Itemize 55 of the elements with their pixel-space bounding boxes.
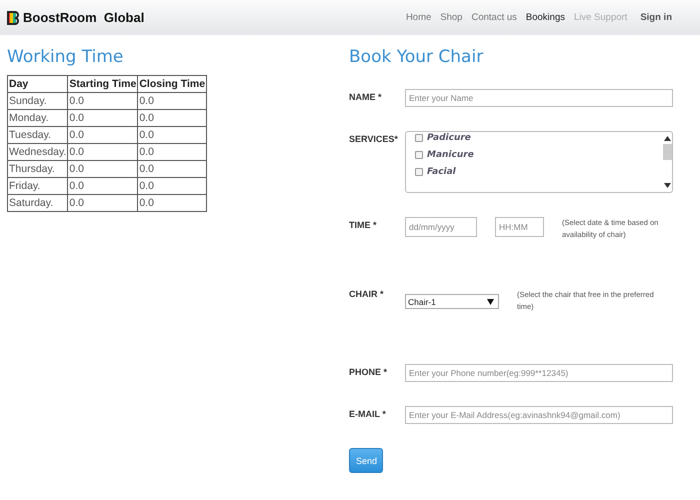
nav-link[interactable]: Contact us xyxy=(471,12,517,23)
column-header: Starting Time xyxy=(68,76,138,92)
nav-link[interactable]: Shop xyxy=(440,12,462,23)
text-field[interactable]: Enter your Name xyxy=(405,89,673,107)
nav-link[interactable]: Home xyxy=(406,12,432,23)
table-cell: 0.0 xyxy=(138,178,207,194)
time-field[interactable]: HH:MM xyxy=(495,217,544,237)
table-cell: 0.0 xyxy=(138,194,207,212)
nav-link[interactable]: Bookings xyxy=(526,12,565,23)
checkbox[interactable] xyxy=(415,134,423,142)
section-title: Book Your Chair xyxy=(349,47,484,67)
table-cell: 0.0 xyxy=(138,92,207,110)
table-cell: Friday. xyxy=(8,178,68,194)
nav-link[interactable]: Sign in xyxy=(640,12,672,23)
table-cell: Sunday. xyxy=(8,92,68,110)
option-label: Manicure xyxy=(427,150,474,160)
checkbox[interactable] xyxy=(415,151,423,159)
table-cell: 0.0 xyxy=(68,92,138,110)
table-cell: 0.0 xyxy=(68,110,138,126)
dropdown-arrow-icon[interactable] xyxy=(487,298,494,304)
text-field[interactable]: Enter your Phone number(eg:999**12345) xyxy=(405,364,673,382)
text-field[interactable]: Enter your E-Mail Address(eg:avinashnk94@gmail.com) xyxy=(405,406,673,424)
option-label: Padicure xyxy=(427,133,471,143)
field-label: E-MAIL * xyxy=(349,408,387,419)
table-cell: 0.0 xyxy=(138,160,207,178)
chair-select[interactable]: Chair-1 xyxy=(405,294,499,309)
field-label: NAME * xyxy=(349,91,383,102)
field-label: SERVICES* xyxy=(349,133,399,144)
column-header: Closing Time xyxy=(138,76,207,92)
table-cell: Thursday. xyxy=(8,160,68,178)
table-cell: 0.0 xyxy=(68,126,138,144)
section-title: Working Time xyxy=(7,47,124,67)
date-field[interactable]: dd/mm/yyyy xyxy=(405,217,477,237)
services-list[interactable]: Padicure Manicure Facial xyxy=(405,131,673,193)
table-cell: 0.0 xyxy=(68,194,138,212)
table-cell: 0.0 xyxy=(68,160,138,178)
field-label: CHAIR * xyxy=(349,289,385,299)
field-label: PHONE * xyxy=(349,366,388,377)
table-cell: Saturday. xyxy=(8,194,68,212)
table-cell: 0.0 xyxy=(68,144,138,160)
table-cell: Monday. xyxy=(8,110,68,126)
table-cell: 0.0 xyxy=(138,110,207,126)
option-label: Facial xyxy=(427,167,456,177)
checkbox[interactable] xyxy=(415,168,423,176)
column-header: Day xyxy=(8,76,68,92)
brand-name[interactable]: BoostRoom Global xyxy=(23,10,144,25)
up-arrow-icon[interactable] xyxy=(664,136,671,141)
field-label: TIME * xyxy=(349,219,378,230)
table-cell: Wednesday. xyxy=(8,144,68,160)
table-cell: 0.0 xyxy=(138,144,207,160)
logo-icon xyxy=(7,10,21,24)
table-cell: Tuesday. xyxy=(8,126,68,144)
table-cell: 0.0 xyxy=(68,178,138,194)
table-cell: 0.0 xyxy=(138,126,207,144)
down-arrow-icon[interactable] xyxy=(664,183,671,188)
